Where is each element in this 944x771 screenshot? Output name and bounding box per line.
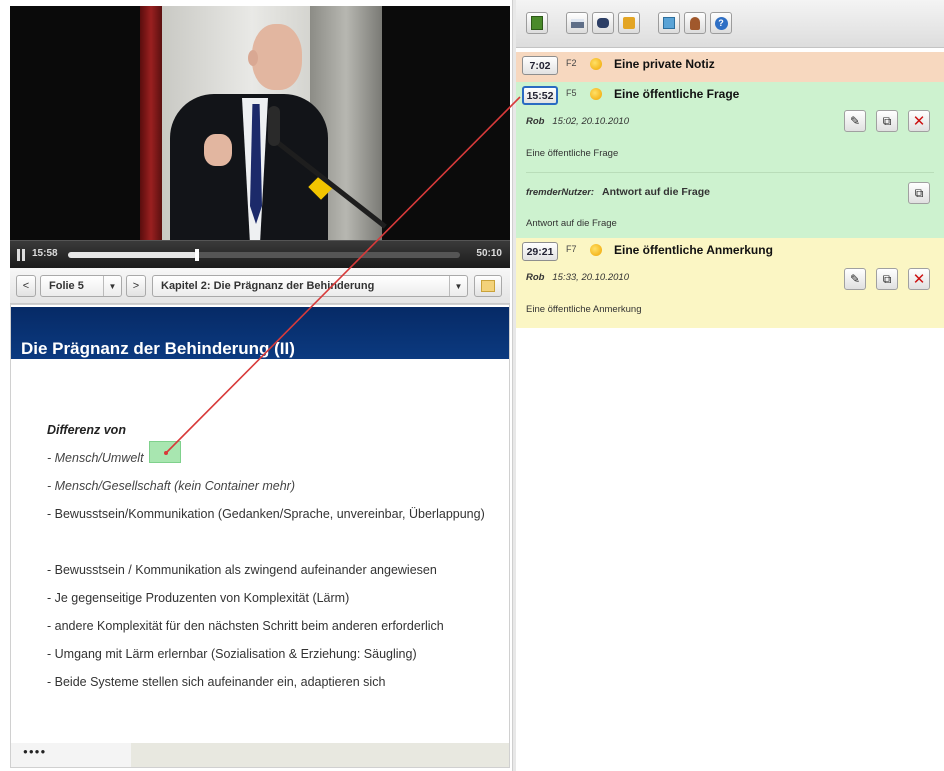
chevron-down-icon: ▼ (103, 276, 121, 296)
book-icon[interactable] (526, 12, 548, 34)
note-body: Eine öffentliche Frage (526, 148, 619, 159)
user-icon[interactable] (684, 12, 706, 34)
lightbulb-icon (590, 88, 602, 100)
reply-meta: fremderNutzer: Antwort auf die Frage (526, 186, 710, 198)
slide-annotation-marker[interactable] (149, 441, 181, 463)
note-author: Rob (526, 116, 545, 127)
edit-icon[interactable]: ✎ (844, 110, 866, 132)
seek-bar[interactable] (68, 249, 460, 261)
notes-pane: ? 7:02 F2 Eine private Notiz 15:52 F5 Ei… (516, 0, 944, 771)
university-logo-icon: ●●●● (23, 747, 47, 756)
notes-toolbar: ? (516, 0, 944, 48)
note-header: 29:21 F7 Eine öffentliche Anmerkung (516, 238, 944, 264)
chapter-select-value: Kapitel 2: Die Prägnanz der Behinderung (161, 280, 375, 292)
binoculars-icon[interactable] (592, 12, 614, 34)
seek-progress (68, 252, 198, 258)
note-title: Eine öffentliche Anmerkung (614, 243, 773, 257)
video-controls: 15:58 50:10 (10, 240, 510, 268)
slide-bullet: - Bewusstsein / Kommunikation als zwinge… (47, 563, 437, 577)
reply-icon[interactable]: ⧉ (908, 182, 930, 204)
slide-heading: Differenz von (47, 423, 126, 437)
video-curtain (140, 6, 162, 240)
pause-icon[interactable] (16, 249, 26, 261)
note-timestamp: 15:02, 20.10.2010 (552, 116, 629, 127)
reply-author: fremderNutzer: (526, 187, 595, 198)
note-timestamp: 15:33, 20.10.2010 (552, 272, 629, 283)
note-private[interactable]: 7:02 F2 Eine private Notiz (516, 52, 944, 82)
chapter-select[interactable]: Kapitel 2: Die Prägnanz der Behinderung … (152, 275, 468, 297)
note-question[interactable]: 15:52 F5 Eine öffentliche Frage Rob 15:0… (516, 82, 944, 238)
delete-icon[interactable]: ✕ (908, 268, 930, 290)
lecture-video[interactable] (10, 6, 510, 240)
current-time: 15:58 (32, 248, 58, 259)
download-icon[interactable] (618, 12, 640, 34)
speaker-ear (248, 50, 258, 66)
speaker-head (252, 24, 302, 90)
slide-select[interactable]: Folie 5 ▼ (40, 275, 122, 297)
note-title: Eine private Notiz (614, 57, 715, 71)
microphone (268, 106, 280, 146)
note-meta: Rob 15:33, 20.10.2010 (526, 272, 629, 283)
note-remark[interactable]: 29:21 F7 Eine öffentliche Anmerkung Rob … (516, 238, 944, 328)
edit-icon[interactable]: ✎ (844, 268, 866, 290)
slide-footer: ●●●● (11, 743, 509, 767)
slide-bullet: - Mensch/Umwelt (47, 451, 144, 465)
presentation-pane: 15:58 50:10 < Folie 5 ▼ > Kapitel 2: Die… (10, 6, 510, 768)
reply-icon[interactable]: ⧉ (876, 268, 898, 290)
export-icon[interactable] (658, 12, 680, 34)
add-note-button[interactable] (474, 275, 502, 297)
video-backdrop (10, 6, 142, 240)
chevron-down-icon: ▼ (449, 276, 467, 296)
speaker-hand (204, 134, 232, 166)
print-icon[interactable] (566, 12, 588, 34)
slide-bullet: - andere Komplexität für den nächsten Sc… (47, 619, 444, 633)
slide-header: Die Prägnanz der Behinderung (II) (11, 307, 509, 359)
note-meta: Rob 15:02, 20.10.2010 (526, 116, 629, 127)
video-backdrop-right (382, 6, 510, 240)
note-title: Eine öffentliche Frage (614, 87, 740, 101)
slide-bullet: - Je gegenseitige Produzenten von Komple… (47, 591, 350, 605)
reply-title: Antwort auf die Frage (602, 186, 710, 198)
note-time-button[interactable]: 15:52 (522, 86, 558, 105)
next-slide-button[interactable]: > (126, 275, 146, 297)
slide-toolbar: < Folie 5 ▼ > Kapitel 2: Die Prägnanz de… (10, 268, 510, 304)
note-separator (526, 172, 934, 173)
slide-select-value: Folie 5 (49, 280, 84, 292)
note-time-button[interactable]: 29:21 (522, 242, 558, 261)
slide-bullet: - Mensch/Gesellschaft (kein Container me… (47, 479, 296, 493)
note-icon (481, 280, 495, 292)
reply-icon[interactable]: ⧉ (876, 110, 898, 132)
note-body: Eine öffentliche Anmerkung (526, 304, 642, 315)
seek-handle[interactable] (195, 249, 200, 261)
lightbulb-icon (590, 58, 602, 70)
delete-icon[interactable]: ✕ (908, 110, 930, 132)
previous-slide-button[interactable]: < (16, 275, 36, 297)
slide-bullet: - Beide Systeme stellen sich aufeinander… (47, 675, 386, 689)
slide-view: Die Prägnanz der Behinderung (II) Differ… (10, 304, 510, 768)
reply-body: Antwort auf die Frage (526, 218, 617, 229)
slide-bullet: - Bewusstsein/Kommunikation (Gedanken/Sp… (47, 507, 485, 521)
slide-title: Die Prägnanz der Behinderung (II) (21, 339, 295, 358)
slide-bullet: - Umgang mit Lärm erlernbar (Sozialisati… (47, 647, 417, 661)
footer-band (131, 743, 509, 767)
note-time-button[interactable]: 7:02 (522, 56, 558, 75)
note-author: Rob (526, 272, 545, 283)
note-header: 15:52 F5 Eine öffentliche Frage (516, 82, 944, 108)
help-icon[interactable]: ? (710, 12, 732, 34)
note-slide-ref: F2 (566, 58, 577, 68)
lightbulb-icon (590, 244, 602, 256)
total-time: 50:10 (476, 248, 502, 259)
note-slide-ref: F5 (566, 88, 577, 98)
note-header: 7:02 F2 Eine private Notiz (516, 52, 944, 78)
note-slide-ref: F7 (566, 244, 577, 254)
